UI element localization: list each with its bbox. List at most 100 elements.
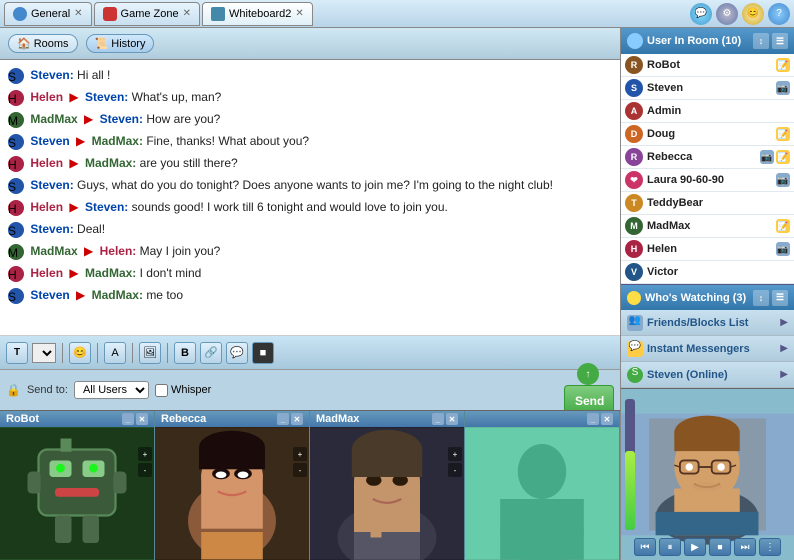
msg-content: Guys, what do you do tonight? Does anyon… (77, 178, 553, 192)
zoom-in-btn[interactable]: + (448, 447, 462, 461)
user-item-laura[interactable]: ❤ Laura 90-60-90 📷 (621, 169, 794, 192)
cam-icon-helen[interactable]: 📷 (776, 242, 790, 256)
whisper-checkbox[interactable] (155, 384, 168, 397)
fast-forward-control[interactable]: ⏭ (734, 538, 756, 556)
msg-sender: Steven (30, 134, 69, 148)
user-item-robot[interactable]: R RoBot 📝 (621, 54, 794, 77)
minimize-icon[interactable]: _ (277, 413, 289, 425)
cam-icon-steven[interactable]: 📷 (776, 81, 790, 95)
minimize-icon[interactable]: _ (432, 413, 444, 425)
options-button[interactable]: ☰ (772, 33, 788, 49)
msg-arrow: ▶ (69, 156, 78, 170)
whisper-label: Whisper (171, 384, 211, 396)
image-tool[interactable]: 🖼 (139, 342, 161, 364)
rooms-button[interactable]: 🏠 Rooms (8, 34, 78, 53)
scroll-handle[interactable] (782, 460, 792, 490)
user-icons-madmax: 📝 (776, 219, 790, 233)
note-icon-robot[interactable]: 📝 (776, 58, 790, 72)
rebecca-svg (155, 427, 309, 560)
chat-area: 🏠 Rooms 📜 History S Steven: Hi all ! H H… (0, 28, 621, 560)
msg-sender: Steven: (30, 222, 73, 236)
user-item-admin[interactable]: A Admin (621, 100, 794, 123)
chat-icon[interactable]: 💬 (690, 3, 712, 25)
friends-icon: 👥 (627, 315, 643, 331)
forward-control[interactable]: ▶ (684, 538, 706, 556)
link-tool[interactable]: 🔗 (200, 342, 222, 364)
user-item-helen[interactable]: H Helen 📷 (621, 238, 794, 261)
minimize-icon[interactable]: _ (587, 413, 599, 425)
volume-bar[interactable] (625, 399, 635, 530)
video-side-btns-madmax: + - (448, 447, 462, 477)
tab-whiteboard2[interactable]: Whiteboard2 ✕ (202, 2, 313, 26)
minimize-icon[interactable]: _ (122, 413, 134, 425)
whisper-option[interactable]: Whisper (155, 384, 211, 397)
video-icons-silhouette: _ ✕ (587, 413, 613, 425)
note-icon-doug[interactable]: 📝 (776, 127, 790, 141)
text-tool[interactable]: T (6, 342, 28, 364)
send-to-select[interactable]: All Users (74, 381, 149, 399)
username-admin: Admin (647, 105, 790, 117)
chat-tool[interactable]: 💬 (226, 342, 248, 364)
separator1 (62, 343, 63, 363)
cam-icon-laura[interactable]: 📷 (776, 173, 790, 187)
msg-content: How are you? (146, 112, 220, 126)
tab-gamezone-close[interactable]: ✕ (183, 8, 191, 19)
close-icon[interactable]: ✕ (446, 413, 458, 425)
rewind-control[interactable]: ⏮ (634, 538, 656, 556)
im-label: Instant Messengers (647, 343, 750, 355)
tab-gamezone[interactable]: Game Zone ✕ (94, 2, 200, 26)
user-item-madmax[interactable]: M MadMax 📝 (621, 215, 794, 238)
help-icon[interactable]: ? (768, 3, 790, 25)
sort-button[interactable]: ↕ (753, 33, 769, 49)
rooms-icon: 🏠 (17, 37, 31, 50)
username-laura: Laura 90-60-90 (647, 174, 776, 186)
zoom-out-btn[interactable]: - (448, 463, 462, 477)
steven-section[interactable]: S Steven (Online) ▶ (621, 362, 794, 388)
stop-control[interactable]: ⏹ (709, 538, 731, 556)
user-item-victor[interactable]: V Victor (621, 261, 794, 284)
font-size-select[interactable] (32, 343, 56, 363)
user-item-steven[interactable]: S Steven 📷 (621, 77, 794, 100)
right-video-svg (621, 389, 794, 560)
face-icon[interactable]: 😊 (742, 3, 764, 25)
close-icon[interactable]: ✕ (136, 413, 148, 425)
avatar-helen: H (625, 240, 643, 258)
emoji-tool[interactable]: 😊 (69, 342, 91, 364)
watching-options[interactable]: ☰ (772, 290, 788, 306)
zoom-in-btn[interactable]: + (138, 447, 152, 461)
send-up-icon: ↑ (577, 363, 599, 385)
user-item-rebecca[interactable]: R Rebecca 📷 📝 (621, 146, 794, 169)
note-icon-rebecca[interactable]: 📝 (776, 150, 790, 164)
close-icon[interactable]: ✕ (601, 413, 613, 425)
zoom-out-btn[interactable]: - (138, 463, 152, 477)
msg-target: MadMax: (92, 288, 143, 302)
text-color-tool[interactable]: A (104, 342, 126, 364)
more-control[interactable]: ⋮ (759, 538, 781, 556)
zoom-in-btn[interactable]: + (293, 447, 307, 461)
user-item-doug[interactable]: D Doug 📝 (621, 123, 794, 146)
bold-tool[interactable]: B (174, 342, 196, 364)
list-item: S Steven: Guys, what do you do tonight? … (8, 176, 612, 194)
note-icon-madmax[interactable]: 📝 (776, 219, 790, 233)
close-icon[interactable]: ✕ (291, 413, 303, 425)
tab-general[interactable]: General ✕ (4, 2, 92, 26)
im-section[interactable]: 💬 Instant Messengers ▶ (621, 336, 794, 362)
user-item-teddybear[interactable]: T TeddyBear (621, 192, 794, 215)
robot-svg (0, 427, 154, 560)
zoom-out-btn[interactable]: - (293, 463, 307, 477)
msg-arrow: ▶ (69, 90, 78, 104)
avatar-laura: ❤ (625, 171, 643, 189)
tab-whiteboard2-close[interactable]: ✕ (295, 8, 303, 19)
tab-general-close[interactable]: ✕ (74, 8, 82, 19)
settings-icon[interactable]: ⚙ (716, 3, 738, 25)
friends-section[interactable]: 👥 Friends/Blocks List ▶ (621, 310, 794, 336)
block-tool[interactable]: ■ (252, 342, 274, 364)
watching-sort[interactable]: ↕ (753, 290, 769, 306)
history-label: History (111, 38, 145, 50)
play-control[interactable]: ⏸ (659, 538, 681, 556)
avatar: M (8, 112, 24, 128)
cam-icon-rebecca[interactable]: 📷 (760, 150, 774, 164)
history-button[interactable]: 📜 History (86, 34, 155, 53)
user-icons-doug: 📝 (776, 127, 790, 141)
messages-area[interactable]: S Steven: Hi all ! H Helen ▶ Steven: Wha… (0, 60, 620, 336)
